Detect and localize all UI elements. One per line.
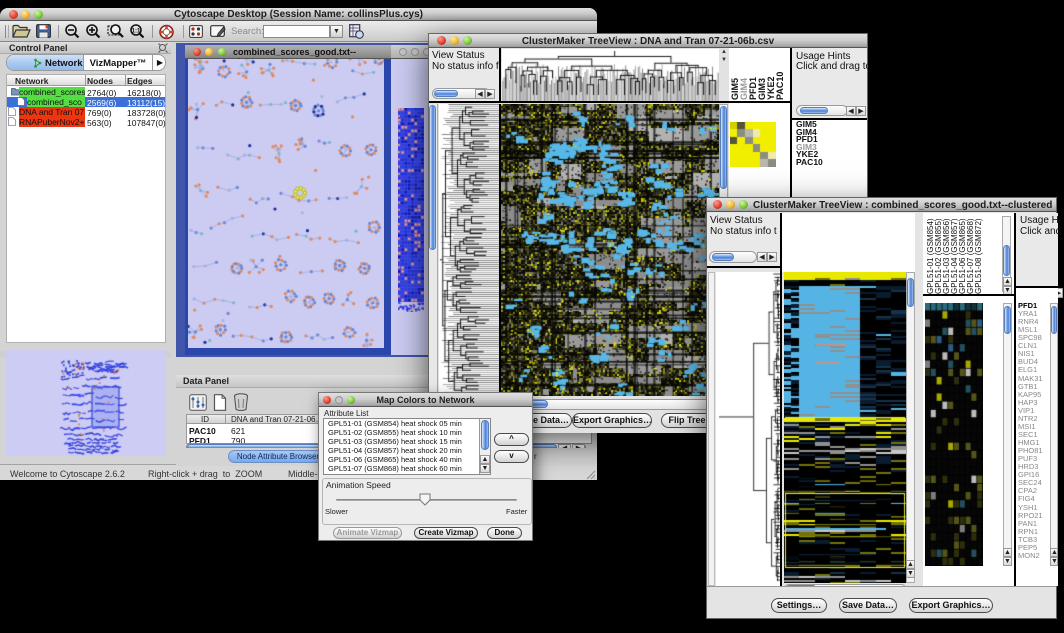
svg-text:1:1: 1:1 [132, 28, 141, 34]
